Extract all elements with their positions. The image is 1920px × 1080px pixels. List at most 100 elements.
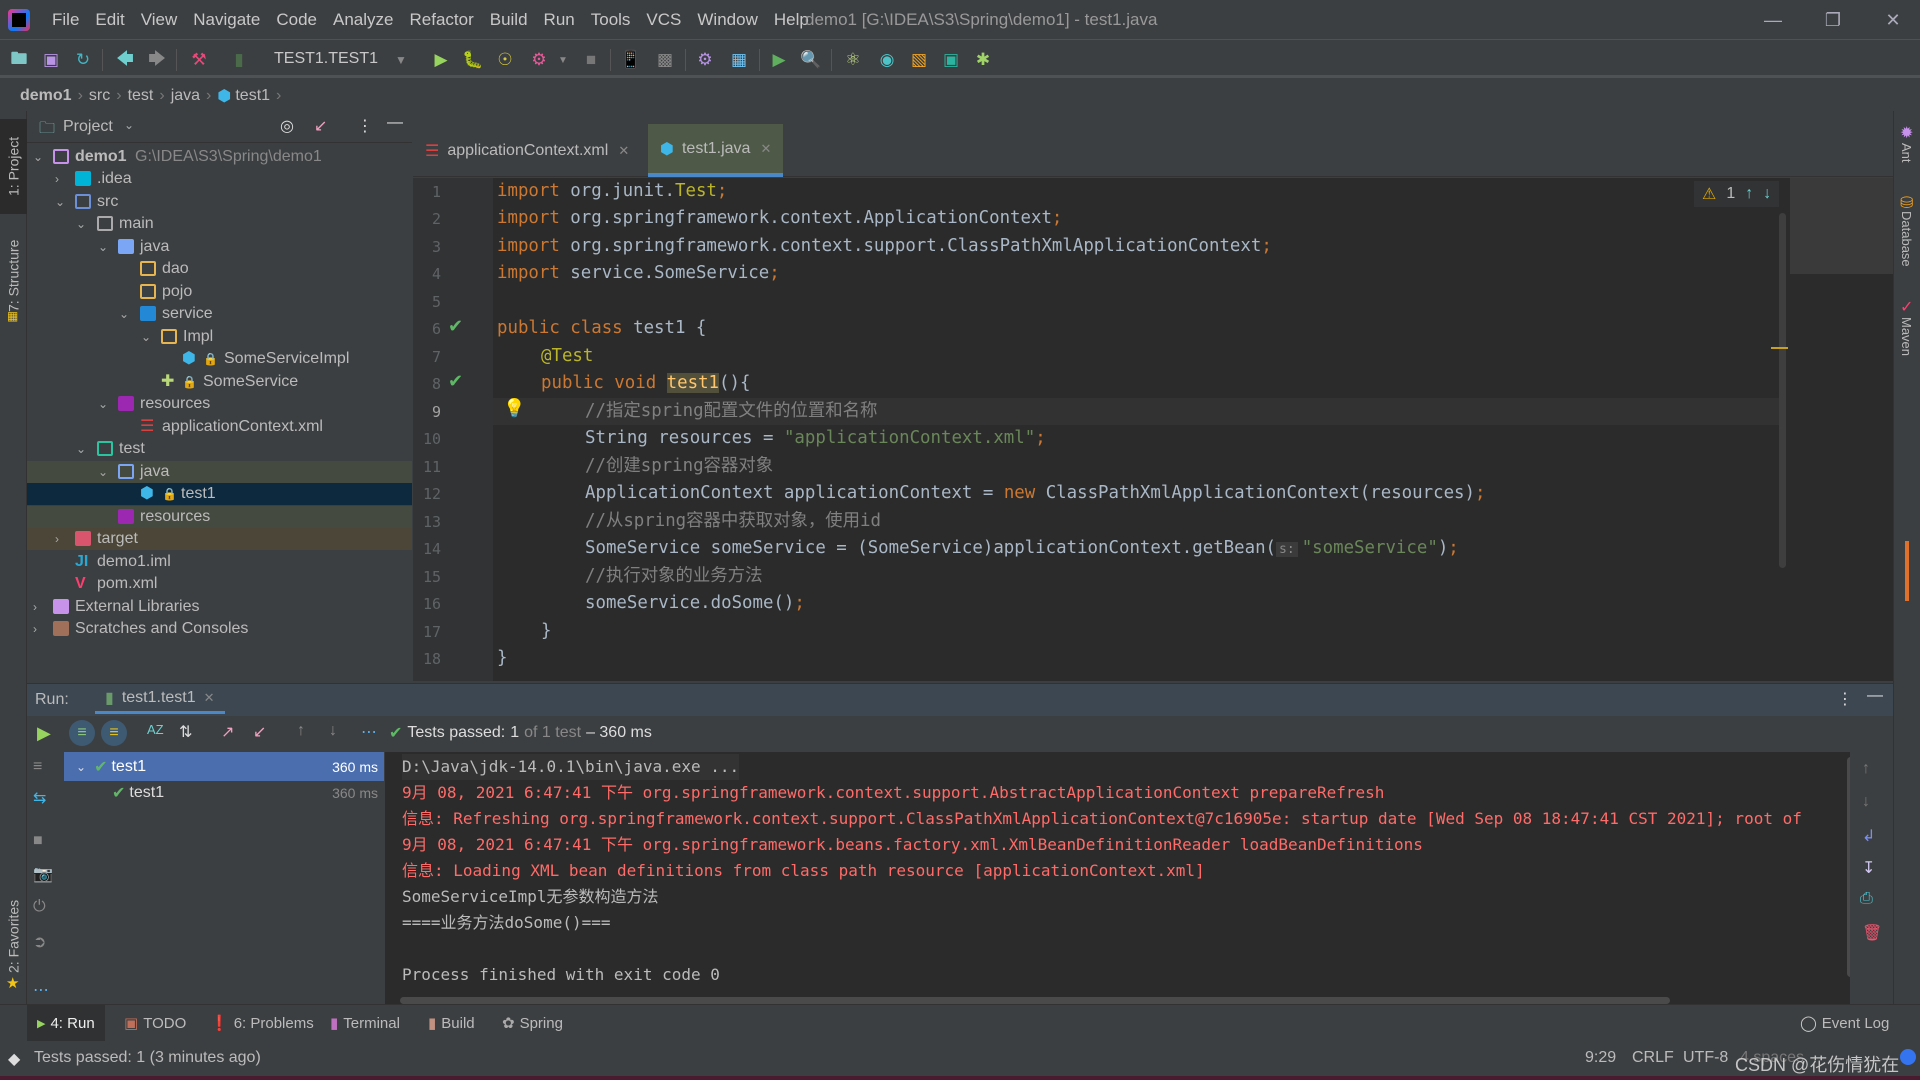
clear-all-trash-icon[interactable]: 🗑 xyxy=(1862,923,1882,943)
search-icon[interactable]: 🔍 xyxy=(800,49,822,71)
run-icon[interactable]: ▶ xyxy=(430,49,452,71)
tree-item[interactable]: ✚ 🔒 SomeService xyxy=(27,371,412,393)
warning-stripe-marker[interactable] xyxy=(1771,347,1788,349)
editor-scrollbar[interactable] xyxy=(1779,213,1786,568)
print-icon[interactable]: ⎙ xyxy=(1860,890,1873,908)
menu-tools[interactable]: Tools xyxy=(583,0,639,40)
expand-arrow-icon[interactable]: ⌄ xyxy=(119,303,129,325)
sync-icon[interactable]: ↻ xyxy=(72,49,94,71)
file-encoding[interactable]: UTF-8 xyxy=(1683,1049,1728,1067)
status-message[interactable]: Tests passed: 1 (3 minutes ago) xyxy=(34,1049,261,1067)
expand-arrow-icon[interactable]: ⌄ xyxy=(55,191,65,213)
sort-by-duration-icon[interactable]: ⇅ xyxy=(179,722,192,742)
tool-window-build[interactable]: ▮ Build xyxy=(428,1014,475,1033)
menu-code[interactable]: Code xyxy=(268,0,325,40)
tree-item[interactable]: ⌄ test xyxy=(27,438,412,460)
tree-item[interactable]: › target xyxy=(27,528,412,550)
camera-snapshot-icon[interactable]: 📷 xyxy=(33,864,53,884)
next-failed-icon[interactable]: ↓ xyxy=(329,722,337,740)
run-tab-test1[interactable]: ▮ test1.test1 ✕ xyxy=(95,684,225,714)
terminal-icon[interactable]: ▶ xyxy=(768,49,790,71)
expand-all-icon[interactable]: ↗ xyxy=(221,722,234,742)
expand-arrow-icon[interactable]: ⌄ xyxy=(98,236,108,258)
more-options-icon[interactable]: ⋮ xyxy=(1837,689,1853,709)
clear-filter-icon[interactable]: ≡ xyxy=(33,758,42,776)
line-separator[interactable]: CRLF xyxy=(1632,1049,1674,1067)
tree-item[interactable]: V pom.xml xyxy=(27,573,412,595)
tree-item[interactable]: › External Libraries xyxy=(27,596,412,618)
tree-item[interactable]: ⌄ main xyxy=(27,213,412,235)
tree-item[interactable]: ☰ applicationContext.xml xyxy=(27,416,412,438)
tree-item-selected[interactable]: ⬢ 🔒 test1 xyxy=(27,483,412,505)
restore-button[interactable]: ❐ xyxy=(1805,0,1861,40)
previous-highlight-icon[interactable]: ↑ xyxy=(1745,185,1753,203)
more-actions-icon[interactable]: ⋯ xyxy=(361,722,377,742)
more-options-icon[interactable]: ⋮ xyxy=(357,116,373,136)
tree-item[interactable]: › .idea xyxy=(27,168,412,190)
tree-item[interactable]: JI demo1.iml xyxy=(27,551,412,573)
expand-arrow-icon[interactable]: › xyxy=(55,528,59,550)
expand-arrow-icon[interactable]: › xyxy=(33,618,37,640)
settings-gear-icon[interactable]: ⚙ xyxy=(694,49,716,71)
device-manager-icon[interactable]: 📱 xyxy=(620,49,642,71)
tree-item[interactable]: ⌄ service xyxy=(27,303,412,325)
close-window-button[interactable]: ✕ xyxy=(1865,0,1920,40)
plug-icon[interactable]: ⏻ xyxy=(33,898,46,916)
tree-item[interactable]: ⌄ Impl xyxy=(27,326,412,348)
layers-icon[interactable]: ◆ xyxy=(8,1049,20,1069)
tree-item[interactable]: ⌄ java xyxy=(27,461,412,483)
menu-vcs[interactable]: VCS xyxy=(638,0,689,40)
hide-panel-icon[interactable]: — xyxy=(387,114,403,132)
stop-icon[interactable]: ■ xyxy=(33,832,43,850)
record-plugin-icon[interactable]: ◉ xyxy=(876,49,898,71)
profiler-icon[interactable]: ⚙ xyxy=(528,49,550,71)
tree-item[interactable]: ⬢ 🔒 SomeServiceImpl xyxy=(27,348,412,370)
tree-item[interactable]: ⌄ java xyxy=(27,236,412,258)
expand-arrow-icon[interactable]: ⌄ xyxy=(76,760,86,774)
toggle-auto-test-icon[interactable]: ⇆ xyxy=(33,788,46,808)
tree-item[interactable]: › Scratches and Consoles xyxy=(27,618,412,640)
stop-icon[interactable]: ■ xyxy=(580,49,602,71)
menu-edit[interactable]: Edit xyxy=(87,0,132,40)
run-test-method-icon[interactable]: ✔ xyxy=(448,371,463,392)
tab-test1-java[interactable]: ⬢ test1.java ✕ xyxy=(648,124,784,177)
event-log-button[interactable]: ◯ Event Log xyxy=(1800,1014,1889,1033)
intention-bulb-icon[interactable]: 💡 xyxy=(503,398,525,419)
menu-window[interactable]: Window xyxy=(689,0,765,40)
previous-failed-icon[interactable]: ↑ xyxy=(297,722,305,740)
chevron-down-icon[interactable]: ▼ xyxy=(552,49,574,71)
forward-icon[interactable]: 🡆 xyxy=(146,49,168,71)
chevron-down-icon[interactable]: ▼ xyxy=(390,49,412,71)
code-minimap[interactable] xyxy=(1790,178,1893,274)
tool-tab-favorites[interactable]: 2: Favorites xyxy=(0,891,27,981)
rerun-icon[interactable]: ▶ xyxy=(37,723,51,744)
console-horizontal-scrollbar[interactable] xyxy=(400,997,1670,1004)
tree-item[interactable]: ⌄ resources xyxy=(27,393,412,415)
menu-run[interactable]: Run xyxy=(536,0,583,40)
menu-file[interactable]: File xyxy=(44,0,87,40)
expand-arrow-icon[interactable]: ⌄ xyxy=(141,326,151,348)
back-icon[interactable]: 🡄 xyxy=(114,49,136,71)
project-structure-icon[interactable]: ▦ xyxy=(728,49,750,71)
more-actions-icon[interactable]: ⋯ xyxy=(33,980,49,1000)
sort-alphabetically-icon[interactable]: AZ xyxy=(147,722,164,737)
open-folder-icon[interactable]: 🖿 xyxy=(8,49,30,71)
tree-item[interactable]: ⌄ src xyxy=(27,191,412,213)
run-configuration-select[interactable]: TEST1.TEST1 xyxy=(274,50,378,68)
plugin-puzzle-icon[interactable]: ✱ xyxy=(972,49,994,71)
tree-item[interactable]: ⌄ demo1 G:\IDEA\S3\Spring\demo1 xyxy=(27,146,412,168)
locate-target-icon[interactable]: ◎ xyxy=(280,116,294,136)
expand-arrow-icon[interactable]: › xyxy=(33,596,37,618)
tree-item[interactable]: resources xyxy=(27,506,412,528)
caret-position[interactable]: 9:29 xyxy=(1585,1049,1616,1067)
minimize-button[interactable]: — xyxy=(1745,0,1801,40)
show-ignored-icon[interactable]: ≡ xyxy=(101,720,127,746)
tool-window-todo[interactable]: ▣ TODO xyxy=(124,1014,186,1033)
tool-tab-project[interactable]: 1: Project xyxy=(0,119,27,214)
menu-view[interactable]: View xyxy=(133,0,186,40)
atom-plugin-icon[interactable]: ⚛ xyxy=(842,49,864,71)
tool-tab-maven[interactable]: Maven xyxy=(1899,317,1914,356)
build-hammer-icon[interactable]: ⚒ xyxy=(188,49,210,71)
scroll-up-icon[interactable]: ↑ xyxy=(1862,760,1870,778)
breadcrumb-java[interactable]: java xyxy=(171,87,200,105)
